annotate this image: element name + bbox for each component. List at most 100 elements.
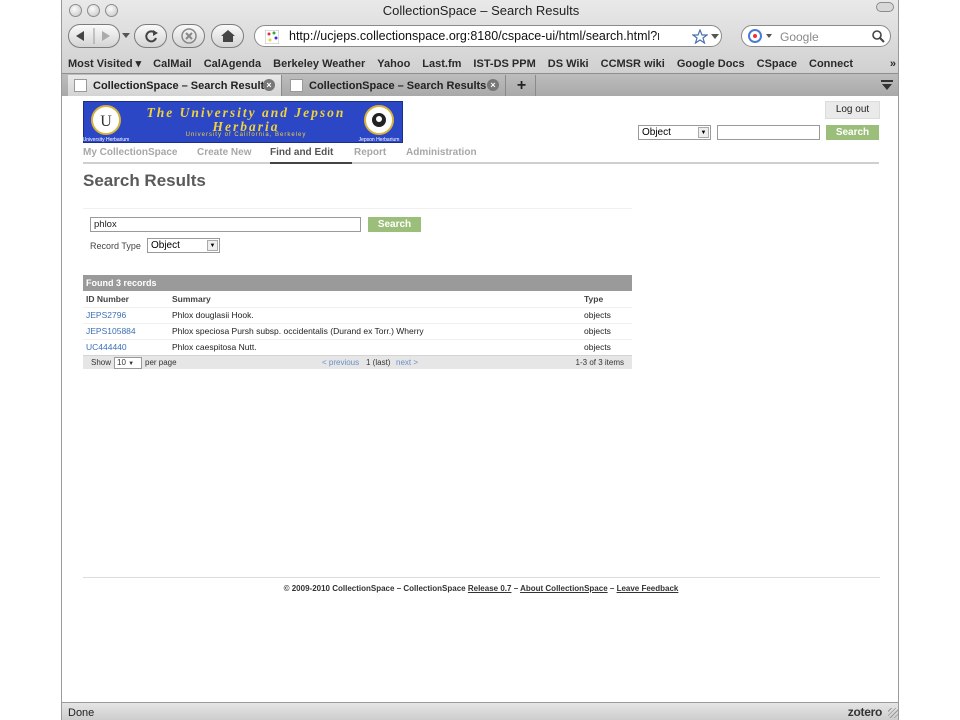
- column-header-summary[interactable]: Summary: [169, 291, 581, 307]
- column-header-type[interactable]: Type: [581, 291, 632, 307]
- footer-separator: –: [609, 584, 615, 593]
- header-record-type-value: Object: [642, 127, 671, 138]
- web-search-bar[interactable]: Google: [741, 25, 891, 47]
- tab-label: CollectionSpace – Search Results: [93, 79, 271, 92]
- zotero-button[interactable]: zotero: [848, 705, 883, 719]
- new-tab-button[interactable]: +: [508, 75, 536, 96]
- bookmark-item[interactable]: CalMail: [153, 58, 192, 70]
- record-id-link[interactable]: UC444440: [86, 342, 127, 352]
- tab-search-results-2[interactable]: CollectionSpace – Search Results ×: [284, 75, 506, 96]
- record-type: objects: [581, 306, 632, 323]
- jepson-herbarium-seal: [364, 105, 394, 135]
- seal-emblem-icon: U: [100, 113, 112, 130]
- footer-feedback-link[interactable]: Leave Feedback: [617, 584, 679, 593]
- bookmark-item[interactable]: Yahoo: [377, 58, 410, 70]
- tab-favicon-icon: [74, 79, 87, 92]
- reload-button[interactable]: [134, 24, 167, 48]
- record-id-link[interactable]: JEPS105884: [86, 326, 136, 336]
- google-search-engine-icon[interactable]: [748, 29, 776, 44]
- banner-subtitle: University of California, Berkeley: [185, 132, 307, 138]
- resize-grip-icon[interactable]: [888, 708, 898, 718]
- record-summary: Phlox douglasii Hook.: [169, 306, 581, 323]
- divider: [83, 208, 632, 209]
- items-count: 1-3 of 3 items: [575, 358, 624, 367]
- bookmark-star-icon[interactable]: [692, 29, 708, 44]
- record-type: objects: [581, 338, 632, 355]
- home-icon: [220, 30, 235, 42]
- search-input[interactable]: phlox: [90, 217, 361, 232]
- nav-find-and-edit[interactable]: Find and Edit: [270, 147, 352, 164]
- footer: © 2009-2010 CollectionSpace – Collection…: [62, 584, 898, 593]
- stop-button[interactable]: [172, 24, 205, 48]
- footer-release-link[interactable]: Release 0.7: [468, 584, 512, 593]
- header-record-type-select[interactable]: Object ▼: [638, 125, 711, 140]
- bookmark-item[interactable]: Last.fm: [422, 58, 461, 70]
- page-title: Search Results: [83, 171, 206, 190]
- tab-label: CollectionSpace – Search Results: [309, 79, 487, 92]
- bookmarks-bar: Most Visited ▾ CalMail CalAgenda Berkele…: [62, 55, 898, 72]
- tab-search-results-1[interactable]: CollectionSpace – Search Results ×: [68, 75, 282, 96]
- history-dropdown-icon[interactable]: [122, 33, 130, 39]
- header-search-input[interactable]: [717, 125, 820, 140]
- status-text: Done: [68, 707, 95, 719]
- record-type: objects: [581, 322, 632, 339]
- tab-strip: CollectionSpace – Search Results × Colle…: [62, 73, 898, 96]
- record-type-select[interactable]: Object ▼: [147, 238, 220, 253]
- bookmark-item[interactable]: Most Visited ▾: [68, 57, 141, 70]
- record-type-value: Object: [151, 240, 180, 251]
- web-page: U University Herbarium The University an…: [62, 97, 898, 702]
- close-tab-icon[interactable]: ×: [487, 79, 499, 91]
- nav-my-collectionspace[interactable]: My CollectionSpace: [83, 147, 177, 162]
- bookmark-item[interactable]: Berkeley Weather: [273, 58, 365, 70]
- jepson-herbarium-label: Jepson Herbarium: [358, 137, 400, 143]
- back-forward-buttons[interactable]: [68, 24, 120, 48]
- nav-administration[interactable]: Administration: [406, 147, 477, 162]
- footer-about-link[interactable]: About CollectionSpace: [520, 584, 608, 593]
- bookmark-item[interactable]: IST-DS PPM: [473, 58, 535, 70]
- url-bar[interactable]: http://ucjeps.collectionspace.org:8180/c…: [254, 25, 722, 47]
- bookmark-item[interactable]: CSpace: [757, 58, 797, 70]
- status-bar: Done zotero: [62, 702, 898, 720]
- record-id-link[interactable]: JEPS2796: [86, 310, 126, 320]
- close-tab-icon[interactable]: ×: [263, 79, 275, 91]
- table-row[interactable]: JEPS105884 Phlox speciosa Pursh subsp. o…: [83, 322, 632, 339]
- herbaria-banner-logo[interactable]: U University Herbarium The University an…: [83, 101, 403, 143]
- next-page-link[interactable]: next >: [396, 356, 418, 370]
- results-panel: Found 3 records ID Number Summary Type J…: [83, 275, 632, 369]
- bookmark-item[interactable]: Google Docs: [677, 58, 745, 70]
- nav-report[interactable]: Report: [354, 147, 386, 162]
- home-button[interactable]: [211, 24, 244, 48]
- url-dropdown-icon[interactable]: [711, 34, 719, 40]
- logout-button[interactable]: Log out: [825, 101, 880, 119]
- bookmark-item[interactable]: Connect: [809, 58, 853, 70]
- browser-window: CollectionSpace – Search Results http://…: [61, 0, 899, 720]
- record-summary: Phlox speciosa Pursh subsp. occidentalis…: [169, 322, 581, 339]
- university-herbarium-label: University Herbarium: [82, 137, 130, 143]
- bookmark-item[interactable]: CCMSR wiki: [601, 58, 665, 70]
- search-button[interactable]: Search: [368, 217, 421, 232]
- previous-page-link[interactable]: < previous: [322, 356, 359, 370]
- page-size-value: 10: [117, 358, 126, 367]
- nav-create-new[interactable]: Create New: [197, 147, 251, 162]
- banner-title: The University and Jepson Herbaria: [136, 106, 356, 134]
- header-search-button[interactable]: Search: [826, 125, 879, 140]
- window-title: CollectionSpace – Search Results: [382, 3, 580, 18]
- column-header-id[interactable]: ID Number: [83, 291, 169, 307]
- main-navigation: My CollectionSpace Create New Find and E…: [83, 147, 879, 164]
- university-herbarium-seal: U: [91, 105, 121, 135]
- tab-list-icon[interactable]: [880, 78, 894, 92]
- toolbar-toggle-button[interactable]: [876, 2, 894, 12]
- footer-separator: –: [396, 584, 402, 593]
- table-row[interactable]: JEPS2796 Phlox douglasii Hook. objects: [83, 306, 632, 323]
- bookmark-item[interactable]: CalAgenda: [204, 58, 261, 70]
- bookmarks-overflow-button[interactable]: »: [890, 58, 896, 70]
- results-table: ID Number Summary Type JEPS2796 Phlox do…: [83, 291, 632, 355]
- bookmark-item[interactable]: DS Wiki: [548, 58, 589, 70]
- current-page: 1 (last): [366, 358, 391, 367]
- url-text: http://ucjeps.collectionspace.org:8180/c…: [289, 29, 659, 43]
- table-header-row: ID Number Summary Type: [83, 291, 632, 307]
- magnifier-icon[interactable]: [872, 30, 885, 43]
- page-size-select[interactable]: 10 ▼: [114, 357, 142, 369]
- pager-show-label: Show: [91, 358, 112, 367]
- table-row[interactable]: UC444440 Phlox caespitosa Nutt. objects: [83, 338, 632, 355]
